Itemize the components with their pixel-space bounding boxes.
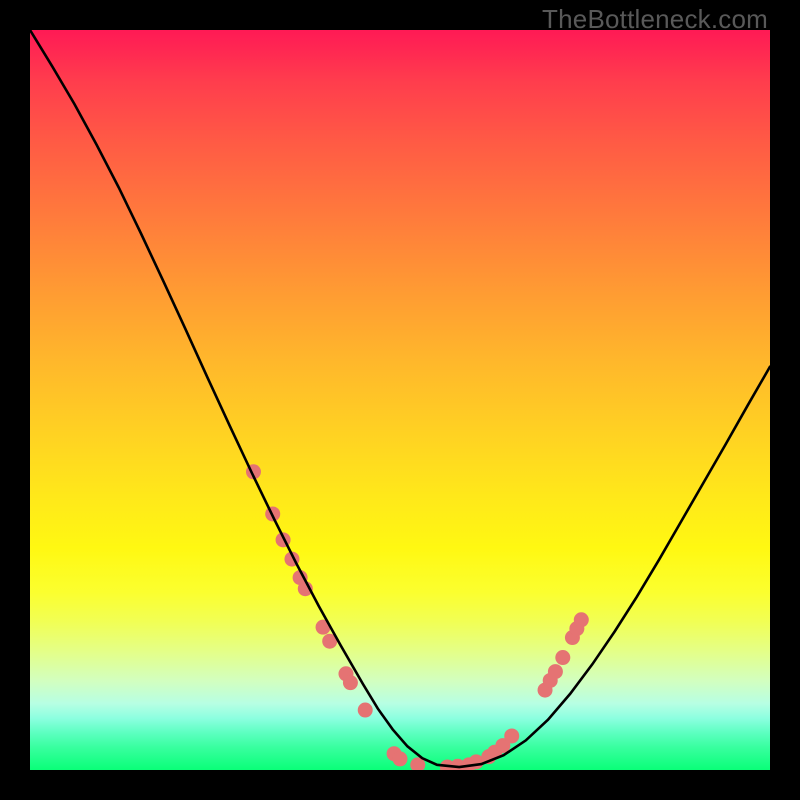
marker-dot: [548, 664, 563, 679]
marker-dot: [358, 703, 373, 718]
marker-dot: [343, 675, 358, 690]
outer-frame: TheBottleneck.com: [0, 0, 800, 800]
marker-dot: [574, 612, 589, 627]
marker-dot: [393, 751, 408, 766]
marker-dot: [504, 728, 519, 743]
markers-group: [246, 464, 589, 770]
curve-line: [30, 30, 770, 767]
marker-dot: [555, 650, 570, 665]
chart-svg: [30, 30, 770, 770]
plot-area: [30, 30, 770, 770]
